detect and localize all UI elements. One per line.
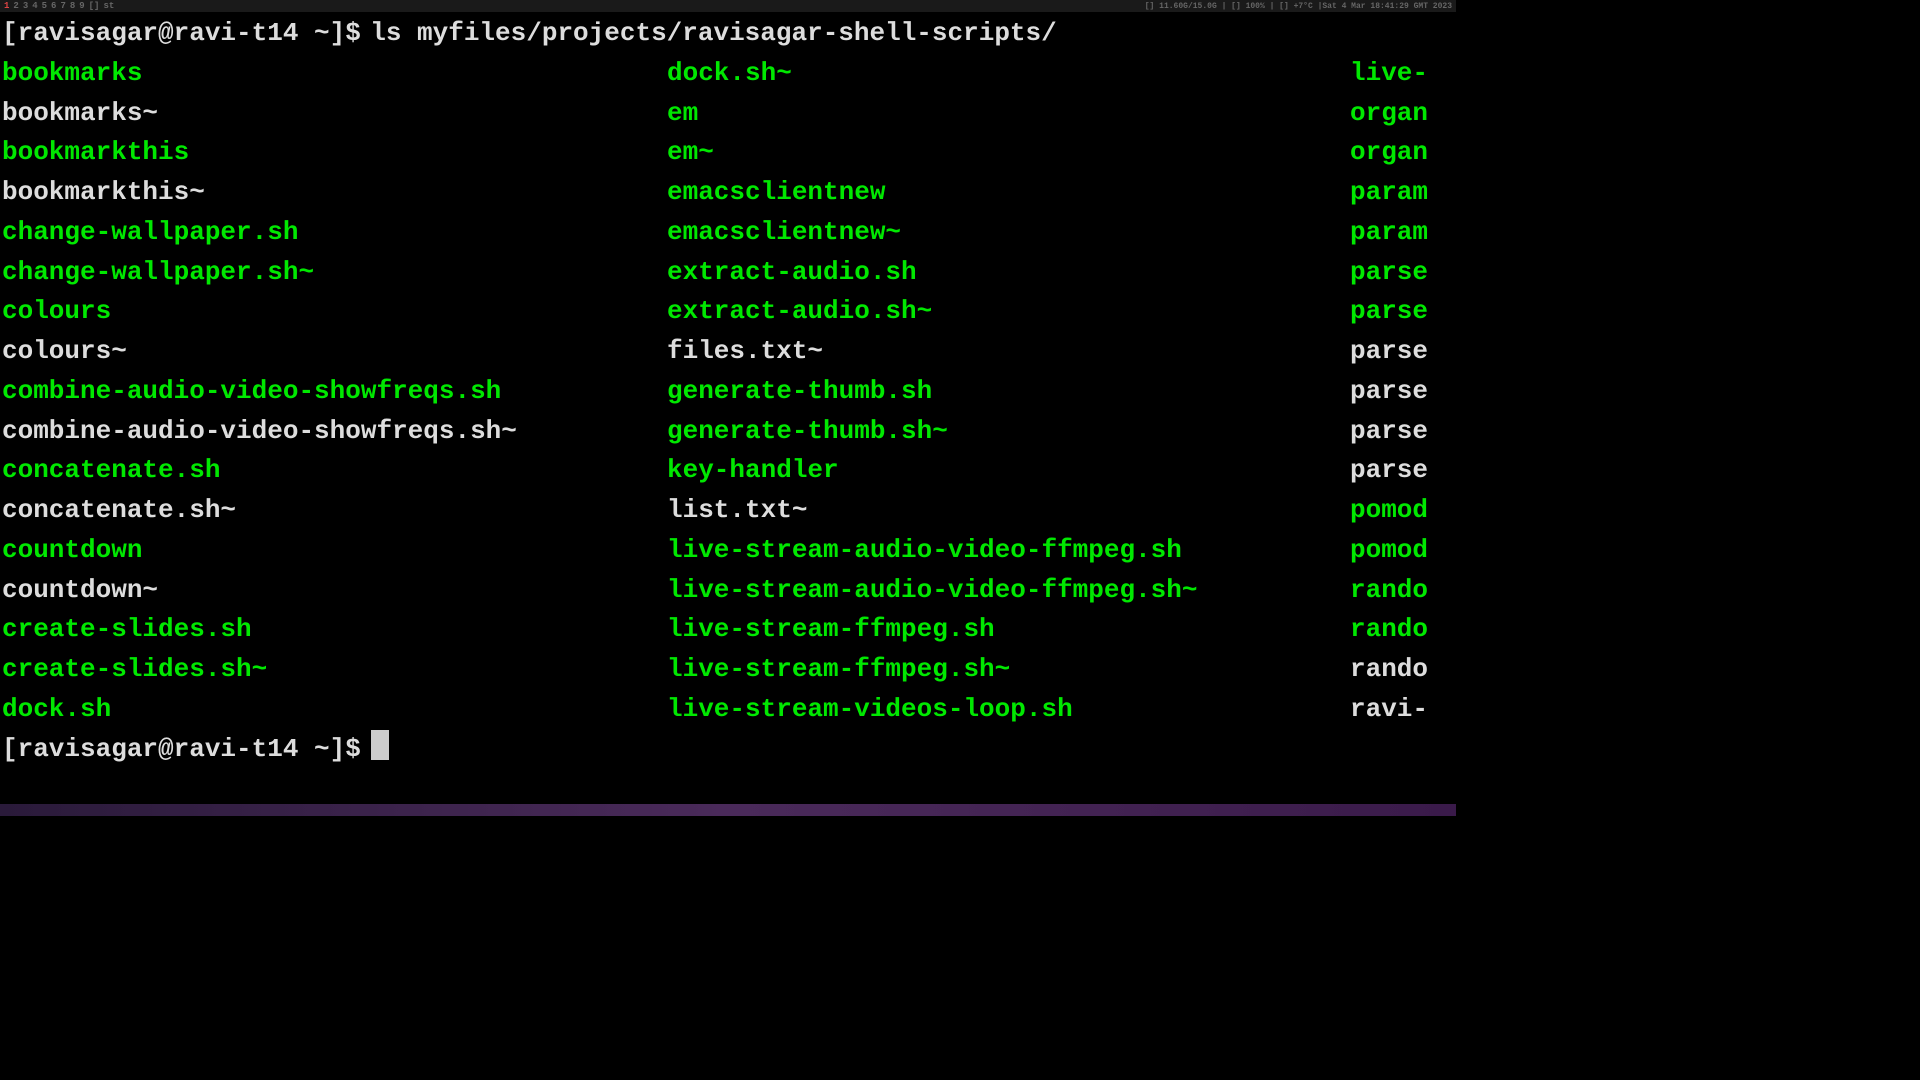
- file-entry: bookmarkthis~: [2, 173, 667, 213]
- file-entry: change-wallpaper.sh: [2, 213, 667, 253]
- file-entry: combine-audio-video-showfreqs.sh~: [2, 412, 667, 452]
- file-entry: param: [1350, 173, 1550, 213]
- file-entry: pomod: [1350, 491, 1550, 531]
- workspace-6[interactable]: 6: [51, 1, 56, 11]
- workspace-7[interactable]: 7: [60, 1, 65, 11]
- file-entry: countdown: [2, 531, 667, 571]
- workspace-9[interactable]: 9: [79, 1, 84, 11]
- file-entry: parse: [1350, 372, 1550, 412]
- file-entry: rando: [1350, 571, 1550, 611]
- command-line-1: [ravisagar@ravi-t14 ~]$ ls myfiles/proje…: [2, 14, 1454, 54]
- file-entry: colours~: [2, 332, 667, 372]
- file-entry: organ: [1350, 133, 1550, 173]
- file-entry: list.txt~: [667, 491, 1350, 531]
- file-entry: generate-thumb.sh~: [667, 412, 1350, 452]
- file-entry: rando: [1350, 610, 1550, 650]
- workspace-4[interactable]: 4: [32, 1, 37, 11]
- file-entry: parse: [1350, 292, 1550, 332]
- file-entry: parse: [1350, 253, 1550, 293]
- file-entry: key-handler: [667, 451, 1350, 491]
- file-entry: live-stream-audio-video-ffmpeg.sh: [667, 531, 1350, 571]
- cursor-block: [371, 730, 389, 760]
- file-entry: files.txt~: [667, 332, 1350, 372]
- file-entry: extract-audio.sh: [667, 253, 1350, 293]
- file-entry: dock.sh~: [667, 54, 1350, 94]
- file-entry: parse: [1350, 412, 1550, 452]
- workspace-5[interactable]: 5: [42, 1, 47, 11]
- file-entry: live-stream-videos-loop.sh: [667, 690, 1350, 730]
- file-entry: live-stream-ffmpeg.sh~: [667, 650, 1350, 690]
- file-entry: bookmarkthis: [2, 133, 667, 173]
- window-title: st: [103, 1, 114, 11]
- file-entry: concatenate.sh~: [2, 491, 667, 531]
- file-entry: ravi-: [1350, 690, 1550, 730]
- file-entry: create-slides.sh~: [2, 650, 667, 690]
- workspace-2[interactable]: 2: [13, 1, 18, 11]
- ls-column-1: bookmarksbookmarks~bookmarkthisbookmarkt…: [2, 54, 667, 730]
- file-entry: bookmarks~: [2, 94, 667, 134]
- typed-command: ls myfiles/projects/ravisagar-shell-scri…: [370, 14, 1057, 54]
- workspace-tags: 1 2 3 4 5 6 7 8 9 [] st: [4, 1, 114, 11]
- file-entry: bookmarks: [2, 54, 667, 94]
- file-entry: colours: [2, 292, 667, 332]
- file-entry: countdown~: [2, 571, 667, 611]
- terminal[interactable]: [ravisagar@ravi-t14 ~]$ ls myfiles/proje…: [0, 12, 1456, 772]
- layout-indicator: []: [89, 1, 100, 11]
- file-entry: live-stream-audio-video-ffmpeg.sh~: [667, 571, 1350, 611]
- file-entry: generate-thumb.sh: [667, 372, 1350, 412]
- command-line-2: [ravisagar@ravi-t14 ~]$: [2, 730, 1454, 770]
- shell-prompt: [ravisagar@ravi-t14 ~]$: [2, 14, 361, 54]
- top-status-bar: 1 2 3 4 5 6 7 8 9 [] st [] 11.60G/15.0G …: [0, 0, 1456, 12]
- file-entry: em~: [667, 133, 1350, 173]
- file-entry: emacsclientnew: [667, 173, 1350, 213]
- file-entry: live-stream-ffmpeg.sh: [667, 610, 1350, 650]
- workspace-1[interactable]: 1: [4, 1, 9, 11]
- status-text: [] 11.60G/15.0G | [] 100% | [] +7°C |Sat…: [1145, 2, 1452, 11]
- file-entry: rando: [1350, 650, 1550, 690]
- file-entry: parse: [1350, 451, 1550, 491]
- shell-prompt: [ravisagar@ravi-t14 ~]$: [2, 730, 361, 770]
- file-entry: extract-audio.sh~: [667, 292, 1350, 332]
- file-entry: combine-audio-video-showfreqs.sh: [2, 372, 667, 412]
- workspace-8[interactable]: 8: [70, 1, 75, 11]
- file-entry: change-wallpaper.sh~: [2, 253, 667, 293]
- ls-column-2: dock.sh~emem~emacsclientnewemacsclientne…: [667, 54, 1350, 730]
- file-entry: pomod: [1350, 531, 1550, 571]
- file-entry: param: [1350, 213, 1550, 253]
- file-entry: create-slides.sh: [2, 610, 667, 650]
- file-entry: live-: [1350, 54, 1550, 94]
- file-entry: em: [667, 94, 1350, 134]
- desktop-sliver: [0, 804, 1456, 816]
- file-entry: emacsclientnew~: [667, 213, 1350, 253]
- workspace-3[interactable]: 3: [23, 1, 28, 11]
- file-entry: concatenate.sh: [2, 451, 667, 491]
- file-entry: organ: [1350, 94, 1550, 134]
- file-entry: parse: [1350, 332, 1550, 372]
- file-entry: dock.sh: [2, 690, 667, 730]
- ls-column-3: live-organorganparamparamparseparseparse…: [1350, 54, 1550, 730]
- ls-output: bookmarksbookmarks~bookmarkthisbookmarkt…: [2, 54, 1454, 730]
